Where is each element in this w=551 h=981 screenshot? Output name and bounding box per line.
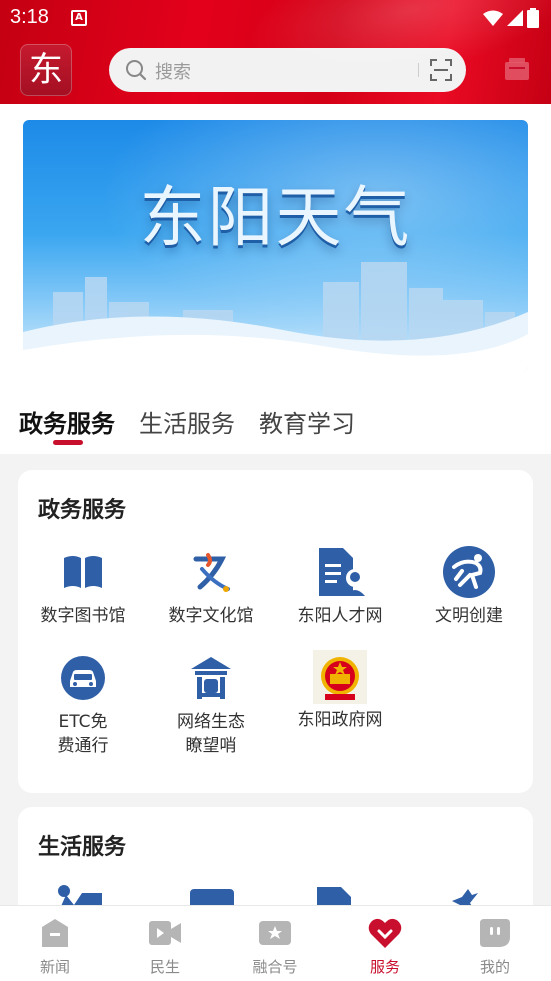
government-services-card: 政务服务 数字图书馆 数字文化馆 东阳人才网 文明创建 ETC免 费通行 网络生… <box>18 470 533 793</box>
nav-service[interactable]: 服务 <box>330 916 440 977</box>
search-icon <box>126 60 147 81</box>
logo-text: 东 <box>29 50 63 90</box>
main-content[interactable]: 东阳天气 政务服务 生活服务 教育学习 政务服务 数字图书馆 数字文化馆 东阳人… <box>0 104 551 905</box>
service-talent-network[interactable]: 东阳人才网 <box>276 544 404 628</box>
scan-icon[interactable] <box>429 58 453 82</box>
wifi-icon <box>483 10 503 26</box>
notification-icon: A <box>71 10 87 26</box>
life-service-icon-1[interactable] <box>56 883 106 905</box>
message-icon[interactable] <box>503 56 531 84</box>
banner-title: 东阳天气 <box>139 179 412 256</box>
service-digital-library[interactable]: 数字图书馆 <box>19 544 147 628</box>
search-placeholder: 搜索 <box>155 62 191 83</box>
search-bar[interactable]: 搜索 <box>109 48 466 92</box>
tab-government[interactable]: 政务服务 <box>19 404 115 439</box>
tab-education[interactable]: 教育学习 <box>259 404 355 439</box>
culture-logo-icon <box>183 544 239 600</box>
service-label: 网络生态 瞭望哨 <box>177 712 245 756</box>
profile-icon <box>478 916 512 950</box>
service-label: 东阳人才网 <box>297 606 383 626</box>
service-civilization[interactable]: 文明创建 <box>405 544 533 628</box>
active-tab-indicator <box>53 440 83 445</box>
app-logo[interactable]: 东 <box>20 44 72 96</box>
watchtower-icon <box>183 650 239 706</box>
life-services-card: 生活服务 <box>18 807 533 905</box>
section-title: 政务服务 <box>38 498 127 523</box>
nav-livelihood[interactable]: 民生 <box>110 916 220 977</box>
service-watch-post[interactable]: 网络生态 瞭望哨 <box>147 650 275 758</box>
video-icon <box>148 916 182 950</box>
service-label: 东阳政府网 <box>297 710 383 730</box>
life-service-icon-3[interactable] <box>315 885 355 905</box>
service-tabs: 政务服务 生活服务 教育学习 <box>19 404 355 439</box>
nav-label: 我的 <box>479 958 510 976</box>
signal-icon <box>507 10 523 26</box>
status-time: 3:18 <box>10 6 49 28</box>
service-label: ETC免 费通行 <box>57 712 109 756</box>
service-label: 数字文化馆 <box>168 606 254 626</box>
weather-banner[interactable]: 东阳天气 <box>23 120 528 372</box>
heart-icon <box>368 916 402 950</box>
service-label: 数字图书馆 <box>40 606 126 626</box>
status-icons <box>483 8 539 28</box>
nav-mine[interactable]: 我的 <box>440 916 550 977</box>
nav-label: 融合号 <box>252 958 298 976</box>
tab-life[interactable]: 生活服务 <box>139 404 235 439</box>
car-icon <box>55 650 111 706</box>
nav-news[interactable]: 新闻 <box>0 916 110 977</box>
nav-label: 服务 <box>369 958 400 976</box>
nav-fusion[interactable]: 融合号 <box>220 916 330 977</box>
nav-label: 新闻 <box>39 958 70 976</box>
national-emblem-icon <box>313 650 367 704</box>
service-government-site[interactable]: 东阳政府网 <box>276 650 404 732</box>
search-divider <box>418 63 419 77</box>
life-service-icon-4[interactable] <box>448 887 482 905</box>
life-service-icon-2[interactable] <box>190 889 234 905</box>
book-icon <box>55 544 111 600</box>
civilization-runner-icon <box>441 544 497 600</box>
nav-label: 民生 <box>149 958 180 976</box>
app-header: 3:18 A 东 搜索 <box>0 0 551 104</box>
service-label: 文明创建 <box>435 606 503 626</box>
section-title: 生活服务 <box>38 835 127 860</box>
news-icon <box>38 916 72 950</box>
status-bar: 3:18 A <box>0 0 551 36</box>
bottom-navigation: 新闻 民生 融合号 服务 我的 <box>0 905 551 981</box>
talent-document-icon <box>312 544 368 600</box>
service-digital-culture[interactable]: 数字文化馆 <box>147 544 275 628</box>
service-etc[interactable]: ETC免 费通行 <box>19 650 147 758</box>
star-badge-icon <box>258 916 292 950</box>
battery-icon <box>527 8 539 28</box>
